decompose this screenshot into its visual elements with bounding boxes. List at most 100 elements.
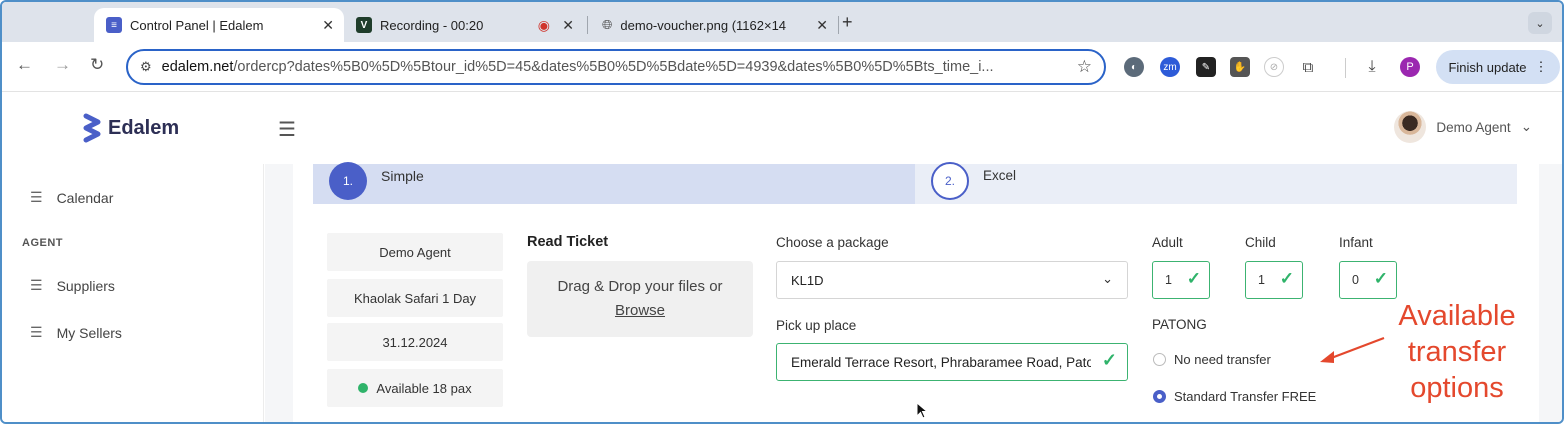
menu-toggle-icon[interactable]: ☰: [278, 117, 296, 142]
chevron-down-icon: ⌄: [1102, 271, 1113, 286]
list-icon: ☰: [30, 324, 43, 340]
download-icon[interactable]: ⤓: [1362, 57, 1382, 77]
tab-title: Control Panel | Edalem: [130, 17, 264, 33]
edalem-favicon-icon: ≡: [106, 17, 122, 33]
sidebar: ☰ Calendar AGENT ☰ Suppliers ☰ My Seller…: [2, 164, 264, 422]
main-content: 1. Simple 2. Excel Demo Agent Khaolak Sa…: [265, 162, 1562, 422]
url-text: edalem.net/ordercp?dates%5B0%5D%5Btour_i…: [161, 59, 994, 75]
step-wizard: 1. Simple 2. Excel: [313, 162, 1517, 204]
radio-label: No need transfer: [1174, 352, 1271, 367]
bookmark-star-icon[interactable]: ☆: [1077, 57, 1092, 77]
radio-button[interactable]: [1153, 390, 1166, 403]
check-icon: ✓: [1101, 350, 1117, 370]
profile-avatar[interactable]: P: [1400, 57, 1420, 77]
globe-icon: 🌐︎: [602, 17, 613, 32]
transfer-area-label: PATONG: [1152, 317, 1207, 332]
tab-recording[interactable]: V Recording - 00:20 ◉ ✕: [344, 8, 584, 42]
more-vert-icon: ⋮: [1534, 59, 1548, 74]
tab-search-button[interactable]: ⌄: [1528, 12, 1552, 34]
infant-label: Infant: [1339, 235, 1373, 250]
package-label: Choose a package: [776, 235, 889, 250]
status-dot-icon: [358, 383, 369, 393]
sidebar-item-my-sellers[interactable]: ☰ My Sellers: [30, 324, 122, 341]
dropzone-text: Drag & Drop your files or: [557, 278, 723, 295]
close-icon[interactable]: ✕: [816, 17, 828, 34]
compass-extension-icon[interactable]: ⊘: [1264, 57, 1284, 77]
browser-toolbar: ← → ↻ ⚙ edalem.net/ordercp?dates%5B0%5D%…: [2, 42, 1562, 92]
grab-extension-icon[interactable]: ✋: [1230, 57, 1250, 77]
check-icon: ✓: [1279, 269, 1294, 288]
browser-window: ≡ Control Panel | Edalem ✕ V Recording -…: [0, 0, 1564, 424]
pickup-value: Emerald Terrace Resort, Phrabaramee Road…: [791, 354, 1091, 370]
tab-demo-voucher[interactable]: 🌐︎ demo-voucher.png (1162×14 ✕: [590, 8, 838, 42]
child-input[interactable]: 1 ✓: [1245, 261, 1303, 299]
transfer-option-none[interactable]: No need transfer: [1153, 352, 1271, 367]
package-select[interactable]: KL1D ⌄: [776, 261, 1128, 299]
pickup-label: Pick up place: [776, 318, 857, 333]
close-icon[interactable]: ✕: [322, 17, 334, 34]
list-icon: ☰: [30, 277, 43, 293]
record-icon: ◉: [537, 16, 550, 33]
step-number: 2.: [931, 162, 969, 200]
new-tab-button[interactable]: +: [842, 12, 853, 33]
list-icon: ☰: [30, 189, 43, 205]
adult-input[interactable]: 1 ✓: [1152, 261, 1210, 299]
close-icon[interactable]: ✕: [562, 17, 574, 34]
order-card: 1. Simple 2. Excel Demo Agent Khaolak Sa…: [293, 162, 1539, 422]
check-icon: ✓: [1373, 269, 1388, 288]
check-icon: ✓: [1186, 269, 1201, 288]
edalem-logo-icon: [83, 113, 101, 143]
tour-pill: Khaolak Safari 1 Day: [327, 279, 503, 317]
step-label: Excel: [983, 168, 1017, 183]
agent-pill: Demo Agent: [327, 233, 503, 271]
transfer-option-standard[interactable]: Standard Transfer FREE: [1153, 389, 1316, 404]
tab-strip: ≡ Control Panel | Edalem ✕ V Recording -…: [2, 2, 1562, 42]
avatar: [1394, 111, 1427, 143]
sidebar-item-suppliers[interactable]: ☰ Suppliers: [30, 277, 115, 294]
edit-extension-icon[interactable]: ✎: [1196, 57, 1216, 77]
file-dropzone[interactable]: Drag & Drop your files or Browse: [527, 261, 753, 337]
infant-input[interactable]: 0 ✓: [1339, 261, 1397, 299]
chevron-down-icon: ⌄: [1520, 119, 1532, 134]
mouse-cursor-icon: [916, 402, 928, 419]
radio-button[interactable]: [1153, 353, 1166, 366]
v-favicon-icon: V: [356, 17, 372, 33]
tab-separator: [587, 16, 588, 34]
child-label: Child: [1245, 235, 1276, 250]
toolbar-separator: [1345, 58, 1346, 78]
package-value: KL1D: [791, 272, 824, 288]
tab-title: demo-voucher.png (1162×14: [620, 17, 787, 33]
radio-label: Standard Transfer FREE: [1174, 389, 1317, 404]
date-pill: 31.12.2024: [327, 323, 503, 361]
extension-shield-icon[interactable]: ◐: [1124, 57, 1144, 77]
availability-pill: Available 18 pax: [327, 369, 503, 407]
sidebar-item-label: Suppliers: [56, 277, 115, 294]
step-number: 1.: [329, 162, 367, 200]
tab-separator: [838, 16, 839, 34]
step-label: Simple: [381, 168, 424, 184]
sidebar-item-label: Calendar: [56, 189, 114, 206]
sidebar-section-heading: AGENT: [22, 237, 63, 249]
step-simple[interactable]: 1. Simple: [313, 162, 915, 204]
address-bar[interactable]: ⚙ edalem.net/ordercp?dates%5B0%5D%5Btour…: [126, 49, 1106, 85]
pickup-input[interactable]: Emerald Terrace Resort, Phrabaramee Road…: [776, 343, 1128, 381]
user-menu[interactable]: Demo Agent ⌄: [1394, 111, 1532, 143]
app-header: Edalem ☰ Demo Agent ⌄: [2, 93, 1562, 164]
puzzle-extensions-icon[interactable]: ⧉: [1298, 57, 1318, 77]
finish-update-label: Finish update: [1448, 59, 1527, 75]
forward-arrow-icon[interactable]: →: [54, 55, 71, 75]
brand-logo[interactable]: Edalem: [82, 113, 179, 143]
site-info-icon[interactable]: ⚙: [140, 59, 152, 75]
browse-link[interactable]: Browse: [527, 299, 753, 323]
brand-name: Edalem: [108, 116, 180, 139]
read-ticket-heading: Read Ticket: [527, 234, 609, 250]
back-arrow-icon[interactable]: ←: [16, 55, 33, 75]
adult-label: Adult: [1152, 235, 1183, 250]
sidebar-item-label: My Sellers: [56, 324, 122, 341]
zoom-extension-icon[interactable]: zm: [1160, 57, 1180, 77]
tab-control-panel[interactable]: ≡ Control Panel | Edalem ✕: [94, 8, 344, 42]
finish-update-button[interactable]: Finish update ⋮: [1436, 50, 1560, 84]
sidebar-item-calendar[interactable]: ☰ Calendar: [30, 189, 113, 206]
reload-icon[interactable]: ↻: [90, 55, 104, 75]
tab-title: Recording - 00:20: [380, 17, 484, 33]
